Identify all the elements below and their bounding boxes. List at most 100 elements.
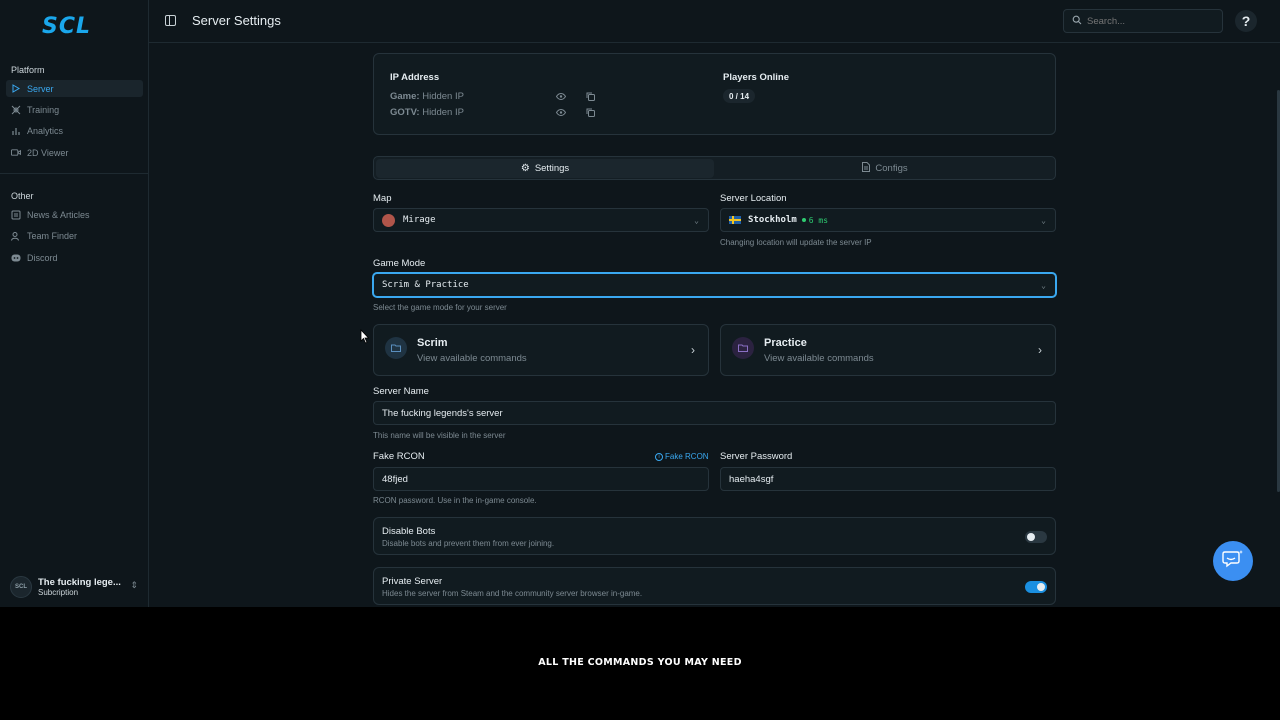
fake-rcon-value: 48fjed: [382, 473, 408, 485]
avatar: SCL: [10, 576, 32, 598]
search-input[interactable]: [1087, 15, 1217, 27]
ping-indicator-icon: [801, 218, 806, 222]
users-icon: [11, 231, 21, 241]
sidebar-item-label: Discord: [27, 252, 58, 263]
user-name: The fucking lege...: [38, 577, 121, 588]
disable-bots-description: Disable bots and prevent them from ever …: [382, 539, 555, 548]
sidebar-item-server[interactable]: Server: [6, 80, 143, 97]
sidebar-section-other: Other: [11, 191, 34, 201]
tab-configs[interactable]: Configs: [716, 159, 1054, 178]
page-title: Server Settings: [192, 13, 281, 28]
fake-rcon-hint: RCON password. Use in the in-game consol…: [373, 496, 537, 505]
copy-icon[interactable]: [585, 91, 595, 101]
server-password-label: Server Password: [720, 451, 793, 462]
tab-label: Settings: [534, 163, 570, 174]
file-icon: [862, 162, 871, 175]
scrim-commands-card[interactable]: Scrim View available commands ›: [373, 324, 709, 376]
video-icon: [11, 148, 21, 158]
private-server-row: Private Server Hides the server from Ste…: [373, 567, 1056, 605]
map-select[interactable]: Mirage ⌄: [373, 208, 709, 232]
chevron-down-icon: ⌄: [1041, 216, 1046, 225]
folder-icon: [732, 337, 754, 359]
server-info-card: IP Address Game: Hidden IP GOTV: Hidden …: [373, 53, 1056, 135]
sidebar-item-analytics[interactable]: Analytics: [6, 122, 143, 139]
info-icon: i: [655, 452, 663, 461]
sidebar-item-news[interactable]: News & Articles: [6, 206, 143, 223]
banner-text: ALL THE COMMANDS YOU MAY NEED: [538, 657, 742, 668]
server-location-label: Server Location: [720, 193, 787, 204]
server-name-input[interactable]: The fucking legends's server: [373, 401, 1056, 425]
scrim-subtitle: View available commands: [417, 353, 527, 364]
location-ping: 6 ms: [808, 215, 829, 225]
user-menu[interactable]: SCL The fucking lege... Subcription ⇕: [10, 575, 140, 599]
disable-bots-title: Disable Bots: [382, 526, 436, 537]
disable-bots-toggle[interactable]: [1025, 531, 1047, 543]
fake-rcon-input[interactable]: 48fjed: [373, 467, 709, 491]
server-password-value: haeha4sgf: [729, 473, 774, 485]
discord-icon: [11, 253, 21, 263]
chevron-right-icon: ›: [691, 343, 695, 357]
sidebar-item-label: Team Finder: [27, 230, 78, 241]
disable-bots-row: Disable Bots Disable bots and prevent th…: [373, 517, 1056, 555]
sidebar-item-discord[interactable]: Discord: [6, 249, 143, 266]
tab-label: Configs: [875, 163, 908, 174]
map-value: Mirage: [403, 215, 436, 225]
game-mode-select[interactable]: Scrim & Practice ⌄: [373, 273, 1056, 297]
chevron-down-icon: ⌄: [1041, 281, 1046, 290]
server-password-input[interactable]: haeha4sgf: [720, 467, 1056, 491]
game-mode-hint: Select the game mode for your server: [373, 303, 507, 312]
ip-address-label: IP Address: [390, 72, 440, 83]
mouse-cursor-icon: [360, 328, 370, 349]
tab-settings[interactable]: ⚙ Settings: [376, 159, 714, 178]
fake-rcon-info-link[interactable]: i Fake RCON: [655, 452, 709, 461]
location-value: Stockholm: [748, 215, 797, 225]
sidebar-item-team-finder[interactable]: Team Finder: [6, 227, 143, 244]
folder-icon: [385, 337, 407, 359]
play-icon: [11, 84, 21, 94]
gotv-ip-value: Hidden IP: [422, 107, 464, 118]
practice-subtitle: View available commands: [764, 353, 874, 364]
gear-icon: ⚙: [520, 163, 530, 174]
search-box[interactable]: [1063, 9, 1223, 33]
fake-rcon-label: Fake RCON: [373, 451, 425, 462]
eye-icon[interactable]: [556, 91, 566, 101]
sidebar: SCL Platform Server Training Analytics 2…: [0, 0, 149, 607]
server-name-hint: This name will be visible in the server: [373, 431, 506, 440]
game-ip-value: Hidden IP: [422, 91, 464, 102]
copy-icon[interactable]: [585, 107, 595, 117]
sidebar-item-training[interactable]: Training: [6, 101, 143, 118]
private-server-toggle[interactable]: [1025, 581, 1047, 593]
server-name-label: Server Name: [373, 386, 429, 397]
eye-icon[interactable]: [556, 107, 566, 117]
user-plan: Subcription: [38, 588, 79, 597]
map-label: Map: [373, 193, 392, 204]
sidebar-item-label: Server: [27, 83, 54, 94]
practice-title: Practice: [764, 337, 807, 349]
server-name-value: The fucking legends's server: [382, 407, 503, 419]
settings-tabs: ⚙ Settings Configs: [373, 156, 1056, 180]
help-icon[interactable]: ?: [1235, 10, 1257, 32]
fake-rcon-link-label: Fake RCON: [665, 452, 709, 461]
sidebar-toggle-icon[interactable]: [165, 15, 176, 26]
chat-bubble-icon: [1222, 549, 1244, 574]
server-location-select[interactable]: Stockholm 6 ms ⌄: [720, 208, 1056, 232]
game-mode-label: Game Mode: [373, 258, 426, 269]
sidebar-item-label: Training: [27, 104, 60, 115]
map-thumbnail-icon: [382, 213, 395, 227]
crosshair-icon: [11, 105, 21, 115]
search-icon: [1072, 12, 1082, 30]
game-ip-row: Game: Hidden IP: [390, 91, 464, 102]
brand-logo[interactable]: SCL: [42, 14, 91, 39]
top-bar: Server Settings ?: [149, 0, 1280, 43]
sidebar-item-label: News & Articles: [27, 209, 90, 220]
sidebar-divider: [0, 173, 149, 174]
players-count-badge: 0 / 14: [723, 89, 756, 103]
sidebar-item-label: 2D Viewer: [27, 147, 69, 158]
practice-commands-card[interactable]: Practice View available commands ›: [720, 324, 1056, 376]
sidebar-item-label: Analytics: [27, 125, 64, 136]
gotv-ip-row: GOTV: Hidden IP: [390, 107, 464, 118]
gotv-ip-label: GOTV:: [390, 107, 420, 118]
sidebar-item-2d-viewer[interactable]: 2D Viewer: [6, 144, 143, 161]
support-chat-button[interactable]: [1213, 541, 1253, 581]
private-server-description: Hides the server from Steam and the comm…: [382, 589, 643, 598]
